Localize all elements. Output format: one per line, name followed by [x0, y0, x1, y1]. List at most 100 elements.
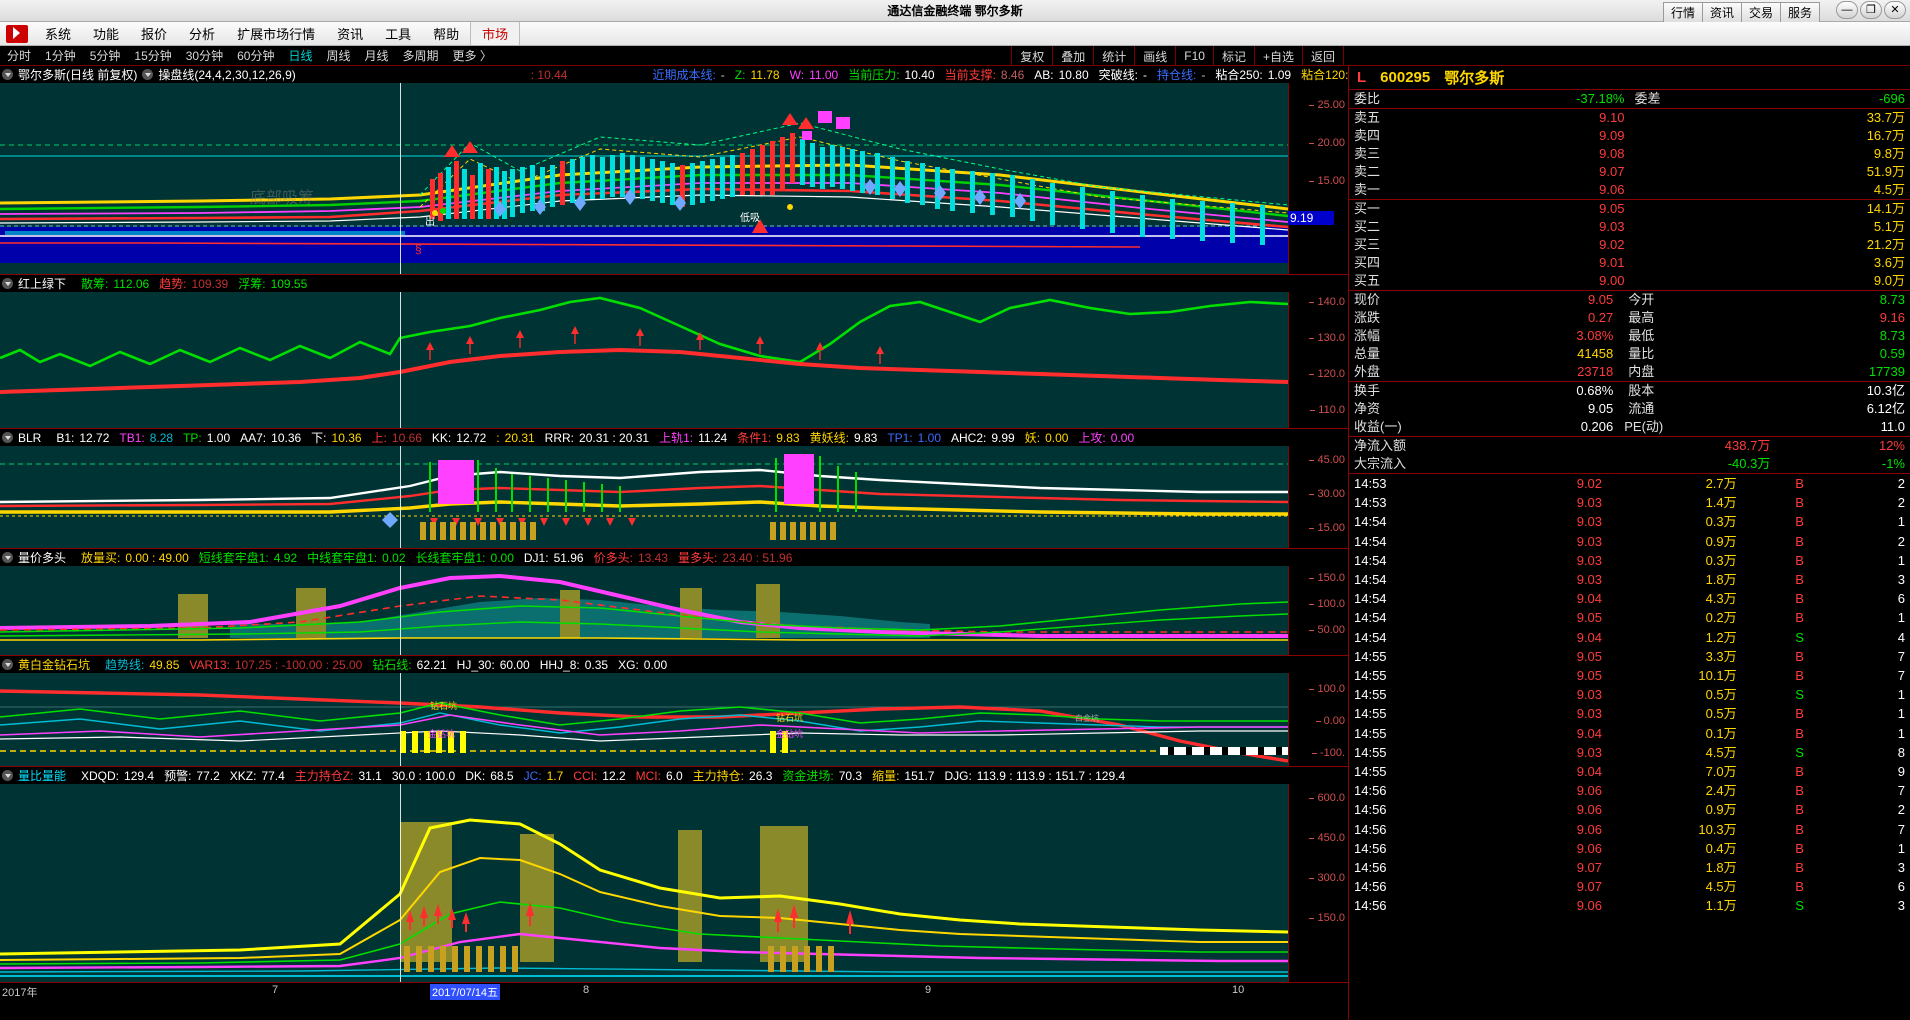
period-weekly[interactable]: 周线: [319, 47, 357, 64]
titlebar-tab-news[interactable]: 资讯: [1701, 2, 1742, 23]
ask-row-5[interactable]: 卖五 9.10 33.7万: [1349, 109, 1910, 128]
titlebar-tab-quotes[interactable]: 行情: [1662, 2, 1703, 23]
deal-row[interactable]: 14:54 9.03 1.8万 B 3: [1349, 570, 1910, 589]
sub-panel-zuanshikeng[interactable]: 黄白金钻石坑 趋势线: 49.85 VAR13: 107.25 : -100.00 :…: [0, 656, 1348, 767]
deal-row[interactable]: 14:53 9.03 1.4万 B 2: [1349, 493, 1910, 512]
ask-row-4[interactable]: 卖四 9.09 16.7万: [1349, 127, 1910, 145]
deal-row[interactable]: 14:56 9.06 0.9万 B 2: [1349, 800, 1910, 819]
deal-row[interactable]: 14:55 9.03 4.5万 S 8: [1349, 743, 1910, 762]
btn-back[interactable]: 返回: [1301, 46, 1344, 66]
period-daily[interactable]: 日线: [281, 47, 319, 64]
sub-panel-liangbiliangneng[interactable]: 量比量能 XDQD: 129.4 预警: 77.2 XKZ: 77.4 主力持仓Z: 31.1…: [0, 767, 1348, 1000]
deal-row[interactable]: 14:55 9.03 0.5万 S 1: [1349, 685, 1910, 704]
deal-row[interactable]: 14:54 9.04 4.3万 B 6: [1349, 589, 1910, 608]
bid-row-4[interactable]: 买四 9.01 3.6万: [1349, 254, 1910, 272]
sub-panel-5-body[interactable]: 600.0 450.0 300.0 150.0: [0, 784, 1348, 982]
btn-stats[interactable]: 统计: [1093, 46, 1134, 66]
chevron-down-icon-sub4[interactable]: [2, 659, 13, 670]
menu-tools[interactable]: 工具: [374, 22, 422, 45]
ask-row-1[interactable]: 卖一 9.06 4.5万: [1349, 181, 1910, 200]
period-more[interactable]: 更多 〉: [446, 47, 499, 64]
deal-row[interactable]: 14:56 9.07 1.8万 B 3: [1349, 858, 1910, 877]
sub-panel-3-body[interactable]: 150.0 100.0 50.00: [0, 566, 1348, 655]
sub-panel-1-name[interactable]: 红上绿下: [18, 275, 66, 292]
menu-system[interactable]: 系统: [34, 22, 82, 45]
deal-row[interactable]: 14:56 9.06 1.1万 S 3: [1349, 896, 1910, 915]
menu-help[interactable]: 帮助: [422, 22, 470, 45]
deal-row[interactable]: 14:54 9.03 0.3万 B 1: [1349, 551, 1910, 570]
sub-panel-3-name[interactable]: 量价多头: [18, 549, 66, 566]
chevron-down-icon-sub3[interactable]: [2, 552, 13, 563]
period-monthly[interactable]: 月线: [358, 47, 396, 64]
deal-row[interactable]: 14:56 9.07 4.5万 B 6: [1349, 877, 1910, 896]
sub-panel-liangjiaduotou[interactable]: 量价多头 放量买: 0.00 : 49.00 短线套牢盘1: 4.92 中线套牢盘1: 0…: [0, 549, 1348, 656]
deal-row[interactable]: 14:53 9.02 2.7万 B 2: [1349, 474, 1910, 493]
main-kline-body[interactable]: 所属风格板块： 低市净率 定增股 重组股 沪港通SH 21231.449 1:0…: [0, 83, 1348, 274]
period-5min[interactable]: 5分钟: [83, 47, 128, 64]
menu-extended-market[interactable]: 扩展市场行情: [226, 22, 326, 45]
deal-row[interactable]: 14:54 9.05 0.2万 B 1: [1349, 608, 1910, 627]
period-60min[interactable]: 60分钟: [230, 47, 281, 64]
sub-panel-2-field-value-0: 12.72: [79, 431, 110, 445]
btn-adjust[interactable]: 复权: [1011, 46, 1052, 66]
sub-panel-2-body[interactable]: 45.00 30.00 15.00: [0, 446, 1348, 548]
flow-pct-block: -1%: [1881, 456, 1905, 471]
bid-row-2[interactable]: 买二 9.03 5.1万: [1349, 218, 1910, 236]
btn-f10[interactable]: F10: [1175, 46, 1213, 66]
sub-panel-blr[interactable]: BLR B1: 12.72 TB1: 8.28 TP: 1.00 AA7: 10.36 下: 10…: [0, 429, 1348, 549]
sub-panel-1-body[interactable]: 140.0 130.0 120.0 110.0: [0, 292, 1348, 428]
titlebar-tab-service[interactable]: 服务: [1779, 2, 1820, 23]
date-axis: 2017年 7 2017/07/14五 8 9 10: [0, 982, 1348, 1000]
sub-panel-2-field-label-12: TP1:: [887, 431, 913, 445]
main-kline-panel[interactable]: 鄂尔多斯(日线 前复权) 操盘线(24,4,2,30,12,26,9) : 10…: [0, 66, 1348, 275]
deal-row[interactable]: 14:55 9.03 0.5万 B 1: [1349, 704, 1910, 723]
deal-row[interactable]: 14:54 9.03 0.3万 B 1: [1349, 512, 1910, 531]
sub-panel-5-name[interactable]: 量比量能: [18, 767, 66, 784]
deal-row[interactable]: 14:55 9.04 0.1万 B 1: [1349, 724, 1910, 743]
menu-function[interactable]: 功能: [82, 22, 130, 45]
sub-panel-2-name[interactable]: BLR: [18, 431, 41, 445]
menu-analysis[interactable]: 分析: [178, 22, 226, 45]
menu-news[interactable]: 资讯: [326, 22, 374, 45]
deal-row[interactable]: 14:54 9.04 1.2万 S 4: [1349, 628, 1910, 647]
period-intraday[interactable]: 分时: [0, 47, 38, 64]
menu-market[interactable]: 市场: [470, 22, 521, 45]
deal-row[interactable]: 14:54 9.03 0.9万 B 2: [1349, 532, 1910, 551]
period-15min[interactable]: 15分钟: [127, 47, 178, 64]
sub-panel-4-name[interactable]: 黄白金钻石坑: [18, 656, 90, 673]
chevron-down-icon[interactable]: [2, 69, 13, 80]
titlebar-tab-trade[interactable]: 交易: [1740, 2, 1781, 23]
minimize-icon[interactable]: —: [1836, 1, 1858, 19]
bid-row-1[interactable]: 买一 9.05 14.1万: [1349, 200, 1910, 219]
chevron-down-icon-sub2[interactable]: [2, 432, 13, 443]
deal-row[interactable]: 14:56 9.06 10.3万 B 7: [1349, 820, 1910, 839]
chevron-down-icon-sub5[interactable]: [2, 770, 13, 781]
deal-row[interactable]: 14:55 9.05 10.1万 B 7: [1349, 666, 1910, 685]
menu-quote[interactable]: 报价: [130, 22, 178, 45]
chevron-down-icon-2[interactable]: [142, 69, 154, 80]
btn-drawline[interactable]: 画线: [1134, 46, 1175, 66]
deal-row[interactable]: 14:56 9.06 0.4万 B 1: [1349, 839, 1910, 858]
bid-row-5[interactable]: 买五 9.00 9.0万: [1349, 272, 1910, 291]
bid-row-3[interactable]: 买三 9.02 21.2万: [1349, 236, 1910, 254]
deal-row[interactable]: 14:55 9.04 7.0万 B 9: [1349, 762, 1910, 781]
btn-mark[interactable]: 标记: [1212, 46, 1254, 66]
deal-row[interactable]: 14:56 9.06 2.4万 B 7: [1349, 781, 1910, 800]
sub-panel-4-body[interactable]: 钻石坑 金钻坑 钻石坑 金钻坑 白金坑 100.0 0.00 -100.: [0, 673, 1348, 766]
sub-panel-hongshanglvxia[interactable]: 红上绿下 散筹: 112.06 趋势: 109.39 浮筹: 109.55 14…: [0, 275, 1348, 429]
deal-row[interactable]: 14:55 9.05 3.3万 B 7: [1349, 647, 1910, 666]
btn-overlay[interactable]: 叠加: [1052, 46, 1093, 66]
close-icon[interactable]: ✕: [1884, 1, 1906, 19]
order-book-table[interactable]: 委比 -37.18% 委差 -696 卖五 9.10 33.7万 卖四 9.09…: [1349, 90, 1910, 291]
ask-row-3[interactable]: 卖三 9.08 9.8万: [1349, 145, 1910, 163]
tick-deals-table[interactable]: 14:53 9.02 2.7万 B 2 14:53 9.03 1.4万 B 2 14:54 9.03 0…: [1349, 474, 1910, 916]
maximize-icon[interactable]: ❐: [1860, 1, 1882, 19]
chevron-down-icon-sub1[interactable]: [2, 278, 13, 289]
ask-row-2[interactable]: 卖二 9.07 51.9万: [1349, 163, 1910, 181]
btn-add-watchlist[interactable]: +自选: [1253, 46, 1302, 66]
period-30min[interactable]: 30分钟: [179, 47, 230, 64]
period-multi[interactable]: 多周期: [396, 47, 446, 64]
period-1min[interactable]: 1分钟: [38, 47, 83, 64]
main-chart-indicator[interactable]: 操盘线(24,4,2,30,12,26,9): [158, 66, 295, 83]
stat-label-pct: 涨幅: [1354, 328, 1381, 343]
